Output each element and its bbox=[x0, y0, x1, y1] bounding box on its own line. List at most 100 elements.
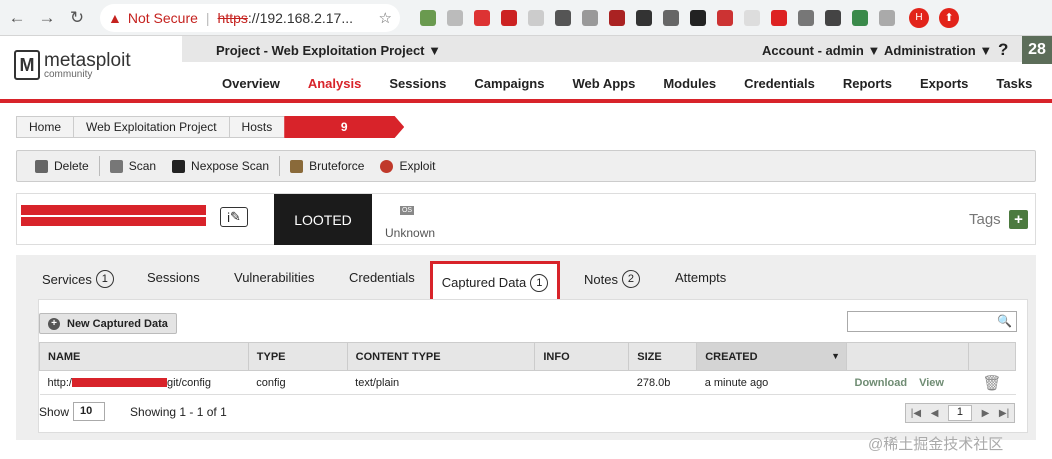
tab-services[interactable]: Services 1 bbox=[42, 270, 114, 288]
tab-captured-data[interactable]: Captured Data 1 bbox=[430, 261, 560, 304]
column-info[interactable]: INFO bbox=[534, 342, 630, 371]
nav-campaigns[interactable]: Campaigns bbox=[460, 76, 558, 91]
column-type[interactable]: TYPE bbox=[247, 342, 348, 371]
column-created-label: CREATED bbox=[705, 350, 758, 363]
nav-web-apps[interactable]: Web Apps bbox=[558, 76, 649, 91]
scan-button[interactable]: Scan bbox=[102, 155, 164, 177]
nav-analysis[interactable]: Analysis bbox=[294, 76, 375, 91]
host-action-toolbar: Delete Scan Nexpose Scan Bruteforce Expl… bbox=[16, 150, 1036, 182]
column-name[interactable]: NAME bbox=[39, 342, 249, 371]
scan-label: Scan bbox=[128, 159, 157, 173]
update-icon[interactable]: ⬆ bbox=[939, 7, 959, 28]
extension-icon[interactable] bbox=[555, 9, 571, 26]
os-icon: OS bbox=[400, 206, 414, 215]
profile-avatar[interactable]: H bbox=[909, 7, 929, 28]
column-actions bbox=[846, 342, 969, 371]
extension-icon[interactable] bbox=[636, 9, 652, 26]
pager: |◀ ◀ 1 ▶ ▶| bbox=[905, 403, 1015, 423]
cell-size: 278.0b bbox=[628, 370, 697, 395]
back-icon[interactable]: ← bbox=[4, 5, 30, 31]
breadcrumb-project[interactable]: Web Exploitation Project bbox=[73, 116, 229, 138]
edit-info-button[interactable]: i ✎ bbox=[220, 207, 248, 227]
search-input[interactable]: 🔍 bbox=[847, 311, 1017, 332]
new-captured-data-button[interactable]: + New Captured Data bbox=[39, 313, 177, 334]
bruteforce-icon bbox=[290, 159, 304, 173]
page-size-input[interactable]: 10 bbox=[73, 402, 106, 421]
extension-icon[interactable] bbox=[717, 9, 733, 26]
prev-page-icon[interactable]: ◀ bbox=[931, 408, 939, 419]
extension-icon[interactable] bbox=[771, 9, 787, 26]
bruteforce-button[interactable]: Bruteforce bbox=[282, 155, 372, 177]
pencil-icon: ✎ bbox=[229, 209, 241, 224]
extension-icon[interactable] bbox=[690, 9, 706, 26]
column-created[interactable]: CREATED ▼ bbox=[696, 342, 848, 371]
page-number-input[interactable]: 1 bbox=[947, 405, 972, 421]
last-page-icon[interactable]: ▶| bbox=[999, 408, 1009, 419]
bookmark-star-icon[interactable]: ☆ bbox=[379, 9, 392, 27]
extension-icon[interactable] bbox=[825, 9, 841, 26]
nav-sessions[interactable]: Sessions bbox=[375, 76, 460, 91]
tab-sessions[interactable]: Sessions bbox=[147, 270, 200, 285]
extension-icon[interactable] bbox=[474, 9, 490, 26]
extension-icon[interactable] bbox=[609, 9, 625, 26]
exploit-label: Exploit bbox=[399, 159, 436, 173]
nav-tasks[interactable]: Tasks bbox=[982, 76, 1046, 91]
header-divider bbox=[0, 99, 1052, 103]
exploit-button[interactable]: Exploit bbox=[372, 155, 443, 177]
column-size[interactable]: SIZE bbox=[628, 342, 698, 371]
delete-button[interactable]: Delete bbox=[27, 155, 97, 177]
redacted-hostname bbox=[21, 205, 206, 215]
breadcrumb-home[interactable]: Home bbox=[16, 116, 74, 138]
download-link[interactable]: Download bbox=[855, 377, 908, 389]
extension-icon[interactable] bbox=[852, 9, 868, 26]
breadcrumb-current-host: 9 bbox=[284, 116, 405, 138]
extension-icon[interactable] bbox=[528, 9, 544, 26]
administration-menu[interactable]: Administration ▼ bbox=[884, 43, 992, 58]
tab-attempts[interactable]: Attempts bbox=[675, 270, 726, 285]
nav-modules[interactable]: Modules bbox=[649, 76, 730, 91]
extension-icon[interactable] bbox=[447, 9, 463, 26]
table-header-row: NAME TYPE CONTENT TYPE INFO SIZE CREATED… bbox=[39, 342, 1017, 371]
toolbar-divider bbox=[98, 156, 100, 176]
breadcrumb-hosts[interactable]: Hosts bbox=[228, 116, 285, 138]
count-badge: 1 bbox=[95, 270, 114, 288]
help-icon[interactable]: ? bbox=[998, 40, 1008, 60]
host-summary: i ✎ LOOTED OS Unknown Tags + bbox=[16, 193, 1036, 245]
nav-credentials[interactable]: Credentials bbox=[730, 76, 829, 91]
extension-icon[interactable] bbox=[663, 9, 679, 26]
extension-icon[interactable] bbox=[582, 9, 598, 26]
trash-icon[interactable]: 🗑 bbox=[982, 375, 1001, 392]
project-selector[interactable]: Project - Web Exploitation Project ▼ bbox=[216, 43, 441, 58]
security-label: Not Secure bbox=[127, 9, 198, 26]
tab-vulnerabilities[interactable]: Vulnerabilities bbox=[234, 270, 314, 285]
tab-label: Services bbox=[42, 271, 92, 287]
url-scheme: https bbox=[217, 9, 248, 26]
tab-notes[interactable]: Notes 2 bbox=[584, 270, 640, 288]
extension-icon[interactable] bbox=[798, 9, 814, 26]
showing-count: Showing 1 - 1 of 1 bbox=[130, 404, 227, 419]
add-tag-button[interactable]: + bbox=[1009, 210, 1028, 229]
cell-content-type: text/plain bbox=[347, 370, 535, 395]
table-row[interactable]: http:/ git/config config text/plain 278.0… bbox=[39, 370, 1016, 395]
first-page-icon[interactable]: |◀ bbox=[911, 408, 921, 419]
adblock-icon[interactable] bbox=[501, 9, 517, 26]
tab-credentials[interactable]: Credentials bbox=[349, 270, 415, 285]
metasploit-logo[interactable]: M metasploit community bbox=[14, 50, 131, 80]
address-bar[interactable]: ▲ Not Secure | https ://192.168.2.17... … bbox=[100, 3, 400, 32]
forward-icon[interactable]: → bbox=[34, 5, 60, 31]
exploit-icon bbox=[380, 159, 394, 173]
extension-icon[interactable] bbox=[420, 9, 436, 26]
view-link[interactable]: View bbox=[919, 377, 944, 389]
column-content-type[interactable]: CONTENT TYPE bbox=[346, 342, 536, 371]
nav-overview[interactable]: Overview bbox=[208, 76, 294, 91]
extension-icon[interactable] bbox=[744, 9, 760, 26]
nav-reports[interactable]: Reports bbox=[829, 76, 906, 91]
account-menu[interactable]: Account - admin ▼ bbox=[762, 43, 880, 58]
next-page-icon[interactable]: ▶ bbox=[982, 408, 990, 419]
notification-badge[interactable]: 28 bbox=[1022, 36, 1052, 64]
extension-icon[interactable] bbox=[879, 9, 895, 26]
nexpose-scan-button[interactable]: Nexpose Scan bbox=[164, 155, 277, 177]
tab-label: Vulnerabilities bbox=[234, 270, 315, 285]
reload-icon[interactable]: ↻ bbox=[64, 5, 90, 31]
nav-exports[interactable]: Exports bbox=[906, 76, 982, 91]
